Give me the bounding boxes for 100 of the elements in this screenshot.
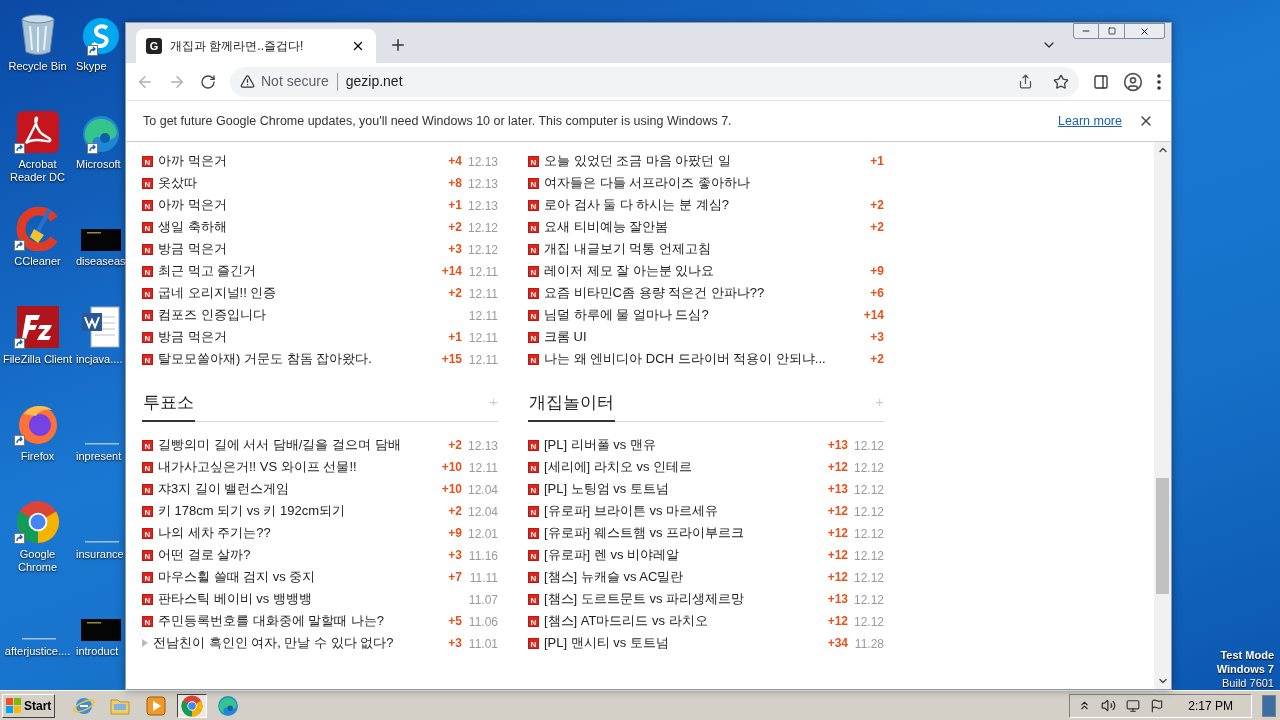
new-badge: N (142, 287, 153, 299)
post-link[interactable]: 옷샀따 (158, 173, 197, 193)
restore-icon (1107, 27, 1116, 35)
chrome-icon (181, 694, 204, 717)
shortcut-arrow-icon (14, 337, 25, 349)
browser-tab[interactable]: G 개집과 함께라면..즐겁다! (136, 29, 376, 63)
post-link[interactable]: [유로파] 브라이튼 vs 마르세유 (544, 501, 719, 521)
post-link[interactable]: 키 178cm 되기 vs 키 192cm되기 (158, 501, 346, 521)
post-date: 12.11 (468, 331, 498, 345)
comment-count: +13 (827, 481, 848, 498)
post-link[interactable]: [유로파] 렌 vs 비야레알 (544, 545, 680, 565)
new-badge: N (142, 199, 153, 211)
post-link[interactable]: 나의 세차 주기는?? (158, 523, 271, 543)
post-link[interactable]: 길빵의미 길에 서서 담배/길을 걸으며 담배 (158, 435, 401, 455)
post-link[interactable]: 탈모모쏠아재) 거문도 참돔 잡아왔다. (158, 349, 372, 369)
new-badge: N (142, 527, 153, 539)
media-player-icon (146, 695, 167, 716)
comment-count: +14 (441, 263, 462, 280)
post-link[interactable]: [챔스] 뉴캐슬 vs AC밀란 (544, 567, 684, 587)
post-link[interactable]: 로아 검사 둘 다 하시는 분 계심? (544, 195, 729, 215)
minimize-button[interactable] (1073, 23, 1099, 39)
post-link[interactable]: [유로파] 웨스트햄 vs 프라이부르크 (544, 523, 745, 543)
post-link[interactable]: 요새 티비예능 잘안봄 (544, 217, 669, 237)
comment-count: +8 (448, 175, 462, 192)
post-link[interactable]: [PL] 노팅엄 vs 토트넘 (544, 479, 669, 499)
post-link[interactable]: 여자들은 다들 서프라이즈 좋아하나 (544, 173, 750, 193)
profile-button[interactable] (1123, 71, 1143, 92)
desktop-icon-label: afterjustice.... (3, 645, 72, 658)
reload-button[interactable] (200, 73, 216, 90)
post-date: 12.12 (853, 593, 884, 607)
post-date: 12.13 (467, 155, 498, 169)
comment-count: +2 (870, 351, 884, 368)
post-date: 12.12 (853, 549, 884, 563)
desktop-icon-label: Recycle Bin (7, 60, 68, 73)
post-link[interactable]: 판타스틱 베이비 vs 뱅뱅뱅 (158, 589, 312, 609)
comment-count: +3 (870, 329, 884, 346)
comment-count: +1 (448, 197, 462, 214)
taskbar-app-button[interactable] (177, 693, 208, 718)
post-link[interactable]: 아까 먹은거 (158, 151, 227, 171)
post-link[interactable]: [PL] 리버풀 vs 맨유 (544, 435, 656, 455)
post-link[interactable]: 어떤 걸로 살까? (158, 545, 251, 565)
post-link[interactable]: 내가사고싶은거!! VS 와이프 선물!! (158, 457, 357, 477)
post-link[interactable]: 오늘 있었던 조금 마음 아팠던 일 (544, 151, 732, 171)
post-link[interactable]: 레이저 제모 잘 아는분 있나요 (544, 261, 715, 281)
post-date: 12.12 (853, 527, 884, 541)
scrollbar-thumb[interactable] (1156, 478, 1169, 594)
bookmark-star-icon[interactable] (1053, 73, 1069, 90)
scrollbar[interactable] (1154, 142, 1171, 689)
post-link[interactable]: 아까 먹은거 (158, 195, 227, 215)
address-bar[interactable]: Not secure gezip.net (230, 66, 1079, 97)
post-link[interactable]: [세리에] 라치오 vs 인테르 (544, 457, 693, 477)
post-link[interactable]: 나는 왜 엔비디아 DCH 드라이버 적용이 안되냐... (544, 349, 826, 369)
flag-icon[interactable] (1150, 698, 1165, 713)
post-link[interactable]: 크롬 UI (544, 327, 587, 347)
post-link[interactable]: 방금 먹은거 (158, 239, 227, 259)
new-badge: N (528, 593, 539, 605)
post-link[interactable]: 마우스휠 쓸때 검지 vs 중지 (158, 567, 316, 587)
desktop-icon-label: Acrobat Reader DC (9, 157, 66, 184)
post-link[interactable]: [PL] 맨시티 vs 토트넘 (544, 633, 669, 653)
post-date: 11.16 (468, 549, 498, 563)
learn-more-link[interactable]: Learn more (1058, 111, 1122, 131)
new-badge: N (528, 265, 539, 277)
post-link[interactable]: 쟈3지 길이 밸런스게임 (158, 479, 290, 499)
volume-icon[interactable] (1101, 698, 1117, 713)
comment-count: +34 (827, 635, 848, 652)
post-link[interactable]: 개집 내글보기 먹통 언제고침 (544, 239, 711, 259)
clock[interactable]: 2:17 PM (1188, 696, 1233, 715)
post-link[interactable]: 굽네 오리지널!! 인증 (158, 283, 277, 303)
post-link[interactable]: 주민등록번호를 대화중에 말할때 나는? (158, 611, 385, 631)
post-link[interactable]: 컴포즈 인증입니다 (158, 305, 266, 325)
new-badge: N (528, 177, 539, 189)
post-link[interactable]: 생일 축하해 (158, 217, 227, 237)
share-icon[interactable] (1018, 74, 1033, 89)
post-date: 12.04 (467, 505, 498, 519)
desktop-icon-label: FileZilla Client (1, 352, 74, 366)
post-date: 12.12 (853, 571, 884, 585)
menu-icon (1157, 73, 1161, 90)
post-link[interactable]: 님덜 하루에 물 얼마나 드심? (544, 305, 709, 325)
side-panel-button[interactable] (1093, 73, 1109, 90)
post-link[interactable]: [챔스] 도르트문트 vs 파리생제르망 (544, 589, 745, 609)
profile-icon (1123, 71, 1143, 92)
post-date: 11.07 (468, 593, 498, 607)
desktop-icon-label: Skype (75, 60, 107, 73)
post-link[interactable]: 방금 먹은거 (158, 327, 227, 347)
post-link[interactable]: 요즘 비타민C좀 용량 적은건 안파나?? (544, 283, 765, 303)
post-link[interactable]: [챔스] AT마드리드 vs 라치오 (544, 611, 708, 631)
start-button[interactable]: Start (2, 693, 56, 718)
comment-count: +13 (827, 437, 848, 454)
network-icon[interactable] (1126, 698, 1141, 713)
app-tile-icon (15, 304, 60, 349)
show-desktop-button[interactable] (1262, 694, 1276, 717)
post-link[interactable]: 전남친이 흑인인 여자, 만날 수 있다 없다? (153, 633, 394, 653)
close-window-button[interactable] (1125, 23, 1165, 39)
reload-icon (200, 73, 216, 90)
plus-icon (389, 36, 407, 54)
post-date: 12.12 (853, 483, 884, 497)
new-badge: N (528, 571, 539, 583)
post-link[interactable]: 최근 먹고 즐긴거 (158, 261, 257, 281)
menu-button[interactable] (1157, 73, 1161, 90)
restore-button[interactable] (1099, 23, 1125, 39)
